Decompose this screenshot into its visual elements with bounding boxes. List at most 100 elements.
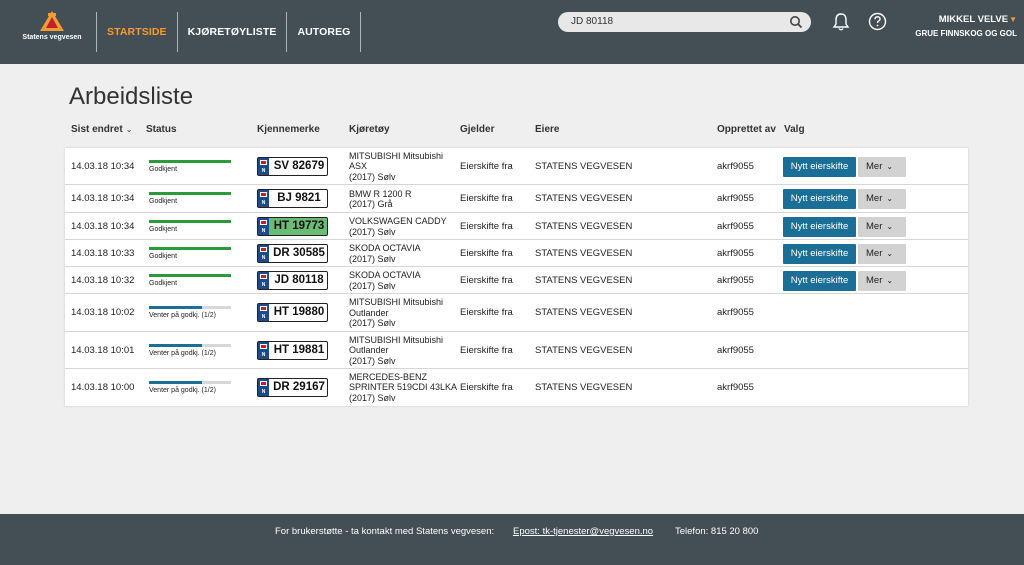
- column-header-choice: Valg: [784, 124, 805, 135]
- status-badge: Godkjent: [149, 279, 178, 287]
- norway-flag-icon: N: [258, 304, 269, 321]
- table-row[interactable]: 14.03.18 10:34 Godkjent N BJ 9821 BMW R 1…: [65, 185, 968, 213]
- row-created-by: akrf9055: [717, 160, 754, 172]
- license-plate[interactable]: N HT 19881: [257, 340, 328, 360]
- new-ownership-change-button[interactable]: Nytt eierskifte: [783, 216, 856, 237]
- vehicle-description: BMW R 1200 R (2017) Grå: [349, 189, 461, 210]
- chevron-down-icon: ⌄: [125, 125, 133, 134]
- column-header-applies: Gjelder: [460, 124, 495, 135]
- row-date: 14.03.18 10:01: [71, 344, 135, 356]
- chevron-down-icon: ⌄: [886, 248, 894, 258]
- license-plate[interactable]: N DR 30585: [257, 243, 328, 263]
- status-progress-fill: [149, 219, 231, 223]
- more-button-label: Mer: [866, 193, 883, 204]
- column-header-owners: Eiere: [535, 124, 560, 135]
- row-applies: Eierskifte fra: [460, 193, 513, 204]
- new-ownership-change-button[interactable]: Nytt eierskifte: [783, 156, 856, 177]
- vehicle-description: SKODA OCTAVIA (2017) Sølv: [349, 243, 461, 264]
- vehicle-line: BMW R 1200 R: [349, 188, 412, 199]
- row-applies: Eierskifte fra: [460, 160, 513, 172]
- table-row[interactable]: 14.03.18 10:33 Godkjent N DR 30585 SKODA …: [65, 240, 968, 267]
- row-date: 14.03.18 10:34: [71, 160, 135, 172]
- table-row[interactable]: 14.03.18 10:34 Godkjent N HT 19773 VOLKSW…: [65, 213, 968, 240]
- table-row[interactable]: 14.03.18 10:34 Godkjent N SV 82679 MITSUB…: [65, 148, 968, 185]
- more-button[interactable]: Mer ⌄: [858, 189, 906, 209]
- vehicle-line: MITSUBISHI Mitsubishi: [349, 297, 444, 308]
- vehicle-description: SKODA OCTAVIA (2017) Sølv: [349, 270, 461, 291]
- help-icon[interactable]: [868, 12, 887, 31]
- vehicle-description: MERCEDES-BENZ SPRINTER 519CDI 43LKA (2017)…: [349, 372, 461, 404]
- license-plate[interactable]: N SV 82679: [257, 156, 328, 176]
- status-badge: Venter på godkj. (1/2): [149, 386, 216, 394]
- user-org: GRUE FINNSKOG OG GOL: [915, 29, 1017, 38]
- norway-flag-icon: N: [258, 271, 269, 289]
- status-badge: Godkjent: [149, 252, 178, 260]
- license-plate[interactable]: N HT 19773: [257, 216, 328, 236]
- new-ownership-change-button[interactable]: Nytt eierskifte: [783, 270, 856, 291]
- license-plate[interactable]: N HT 19880: [257, 303, 328, 322]
- row-applies: Eierskifte fra: [460, 247, 513, 259]
- logo-emblem-icon: [40, 11, 64, 31]
- column-header-changed[interactable]: Sist endret ⌄: [71, 124, 132, 135]
- chevron-down-icon: ⌄: [886, 275, 894, 285]
- page-title: Arbeidsliste: [69, 83, 194, 110]
- status-progress-bar: [149, 246, 231, 250]
- user-menu[interactable]: MIKKEL VELVE▼ GRUE FINNSKOG OG GOL: [915, 14, 1017, 38]
- column-header-created-by: Opprettet av: [717, 124, 776, 135]
- vehicle-line: ASX: [349, 161, 368, 172]
- more-button-label: Mer: [866, 220, 883, 232]
- more-button[interactable]: Mer ⌄: [858, 216, 906, 237]
- top-navigation-bar: Statens vegvesen STARTSIDE KJØRETØYLISTE…: [0, 0, 1024, 64]
- plate-number: HT 19881: [273, 343, 325, 356]
- license-plate[interactable]: N JD 80118: [257, 270, 328, 290]
- row-applies: Eierskifte fra: [460, 381, 513, 393]
- table-row[interactable]: 14.03.18 10:00 Venter på godkj. (1/2) N D…: [65, 369, 968, 406]
- main-nav: STARTSIDE KJØRETØYLISTE AUTOREG: [96, 12, 362, 52]
- more-button[interactable]: Mer ⌄: [858, 156, 906, 177]
- license-plate[interactable]: N DR 29167: [257, 377, 328, 397]
- column-header-status: Status: [146, 124, 177, 135]
- plate-number: DR 30585: [273, 246, 325, 259]
- nav-startside[interactable]: STARTSIDE: [96, 12, 177, 52]
- table-row[interactable]: 14.03.18 10:32 Godkjent N JD 80118 SKODA …: [65, 267, 968, 294]
- row-date: 14.03.18 10:32: [71, 274, 135, 286]
- norway-flag-icon: N: [258, 190, 269, 207]
- vehicle-description: VOLKSWAGEN CADDY (2017) Sølv: [349, 216, 461, 237]
- statens-vegvesen-logo[interactable]: Statens vegvesen: [16, 10, 88, 50]
- row-created-by: akrf9055: [717, 274, 754, 286]
- vehicle-line: SPRINTER 519CDI 43LKA: [349, 382, 458, 393]
- column-header-changed-label: Sist endret: [71, 124, 123, 135]
- new-ownership-change-button[interactable]: Nytt eierskifte: [783, 243, 856, 264]
- vehicle-line: VOLKSWAGEN CADDY: [349, 216, 447, 226]
- more-button[interactable]: Mer ⌄: [858, 270, 906, 291]
- nav-kjoretoyliste[interactable]: KJØRETØYLISTE: [176, 12, 287, 52]
- table-row[interactable]: 14.03.18 10:02 Venter på godkj. (1/2) N H…: [65, 294, 968, 332]
- vehicle-line: (2017) Sølv: [349, 392, 396, 403]
- new-ownership-change-button[interactable]: Nytt eierskifte: [783, 189, 856, 209]
- nav-autoreg[interactable]: AUTOREG: [286, 12, 362, 52]
- license-plate[interactable]: N BJ 9821: [257, 189, 328, 208]
- table-row[interactable]: 14.03.18 10:01 Venter på godkj. (1/2) N H…: [65, 332, 968, 369]
- more-button[interactable]: Mer ⌄: [858, 243, 906, 264]
- row-date: 14.03.18 10:02: [71, 307, 135, 318]
- chevron-down-icon: ⌄: [886, 161, 894, 171]
- bell-icon[interactable]: [831, 12, 851, 32]
- chevron-down-icon: ⌄: [886, 194, 894, 203]
- vehicle-line: Outlander: [349, 307, 389, 318]
- row-applies: Eierskifte fra: [460, 274, 513, 286]
- vehicle-line: SKODA OCTAVIA: [349, 270, 421, 280]
- vehicle-line: (2017) Sølv: [349, 171, 396, 182]
- row-date: 14.03.18 10:34: [71, 193, 135, 204]
- status-progress-fill: [149, 273, 231, 277]
- chevron-down-icon: ▼: [1009, 15, 1017, 24]
- row-applies: Eierskifte fra: [460, 220, 513, 232]
- plate-number: HT 19773: [273, 219, 325, 232]
- footer-email-link[interactable]: Epost: tk-tjenester@vegvesen.no: [513, 526, 653, 537]
- status-progress-bar: [149, 306, 231, 309]
- vehicle-line: (2017) Sølv: [349, 226, 396, 237]
- search-input[interactable]: JD 80118: [558, 12, 811, 32]
- vehicle-line: MITSUBISHI Mitsubishi: [349, 334, 444, 345]
- plate-number: DR 29167: [273, 380, 325, 393]
- search-icon[interactable]: [789, 15, 803, 29]
- vehicle-description: MITSUBISHI Mitsubishi Outlander (2017) Søl…: [349, 335, 461, 367]
